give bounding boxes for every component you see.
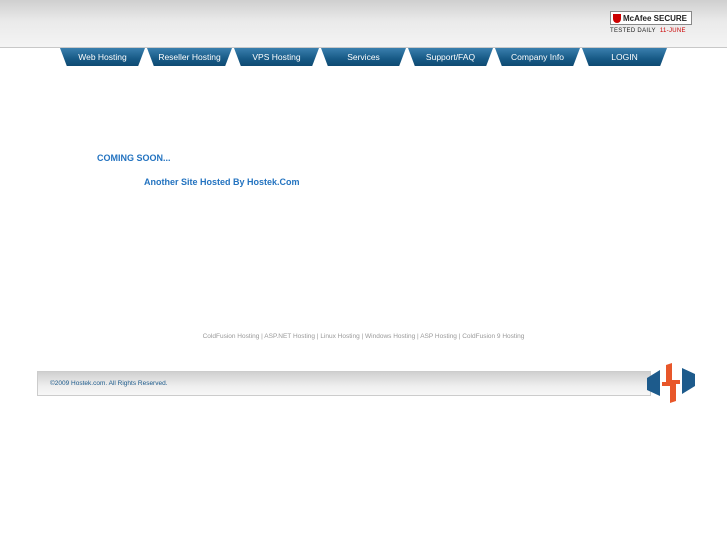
- shield-icon: [613, 13, 621, 23]
- nav-web-hosting[interactable]: Web Hosting: [60, 48, 145, 66]
- link-linux-hosting[interactable]: Linux Hosting: [320, 333, 359, 340]
- hostek-logo-icon: [647, 363, 695, 403]
- link-asp-hosting[interactable]: ASP Hosting: [420, 333, 457, 340]
- copyright: ©2009 Hostek.com. All Rights Reserved.: [50, 380, 168, 387]
- nav-services[interactable]: Services: [321, 48, 406, 66]
- hosted-by-text: Another Site Hosted By Hostek.Com: [144, 177, 300, 187]
- nav-company-info[interactable]: Company Info: [495, 48, 580, 66]
- main-nav: Web Hosting Reseller Hosting VPS Hosting…: [60, 48, 667, 66]
- nav-reseller-hosting[interactable]: Reseller Hosting: [147, 48, 232, 66]
- link-aspnet-hosting[interactable]: ASP.NET Hosting: [264, 333, 315, 340]
- nav-login[interactable]: LOGIN: [582, 48, 667, 66]
- link-coldfusion-hosting[interactable]: ColdFusion Hosting: [203, 333, 260, 340]
- nav-support-faq[interactable]: Support/FAQ: [408, 48, 493, 66]
- footer-bar: ©2009 Hostek.com. All Rights Reserved.: [37, 371, 651, 396]
- footer-links: ColdFusion Hosting | ASP.NET Hosting | L…: [202, 333, 525, 340]
- link-coldfusion9-hosting[interactable]: ColdFusion 9 Hosting: [462, 333, 524, 340]
- coming-soon-heading: COMING SOON...: [97, 153, 171, 163]
- link-windows-hosting[interactable]: Windows Hosting: [365, 333, 415, 340]
- nav-vps-hosting[interactable]: VPS Hosting: [234, 48, 319, 66]
- header: McAfee SECURE TESTED DAILY 11-JUNE: [0, 0, 727, 48]
- mcafee-secure-badge[interactable]: McAfee SECURE TESTED DAILY 11-JUNE: [610, 11, 692, 34]
